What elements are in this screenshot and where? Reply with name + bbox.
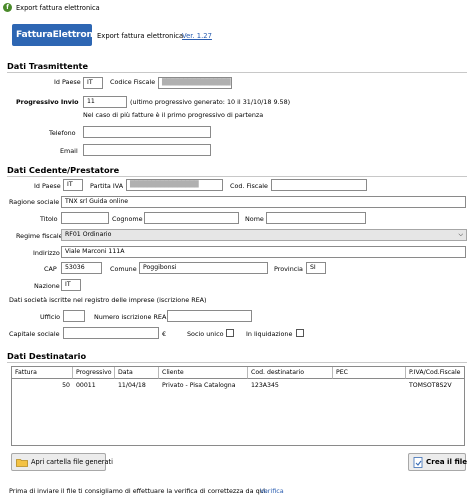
cognome-label: Cognome <box>112 215 143 223</box>
section-trasmittente: Dati Trasmittente <box>7 61 89 71</box>
column-header-progressivo[interactable]: Progressivo <box>73 367 115 379</box>
telefono-label: Telefono <box>49 129 76 137</box>
ragione-sociale-label: Ragione sociale <box>9 198 60 206</box>
progressivo-field[interactable]: 11 <box>83 96 127 108</box>
cap-label: CAP <box>44 265 57 273</box>
table-cell-cliente[interactable]: Privato - Pisa Catalogna <box>159 380 248 391</box>
capitale-sociale-field[interactable] <box>63 327 159 339</box>
regime-fiscale-label: Regime fiscale <box>16 232 63 240</box>
version-link[interactable]: Ver. 1.27 <box>182 32 212 40</box>
divider <box>7 72 467 73</box>
column-header-fattura[interactable]: Fattura <box>12 367 73 379</box>
create-file-button[interactable]: Crea il file <box>408 453 468 471</box>
nazione-label: Nazione <box>34 282 60 290</box>
provincia-label: Provincia <box>274 265 303 273</box>
partita-iva-field[interactable]: ████████████████ <box>126 179 223 191</box>
table-cell-progressivo[interactable]: 00011 <box>73 380 115 391</box>
chevron-down-icon: ⌵ <box>458 231 463 238</box>
cod-fiscale-field[interactable] <box>271 179 367 191</box>
titolo-field[interactable] <box>61 212 109 224</box>
column-header-cod-destinatario[interactable]: Cod. destinatario <box>248 367 333 379</box>
cod-fiscale-label: Cod. Fiscale <box>230 182 268 190</box>
title-bar: f Export fattura elettronica <box>0 0 474 16</box>
id-paese-label: Id Paese <box>54 78 81 86</box>
cognome-field[interactable] <box>144 212 239 224</box>
regime-fiscale-select[interactable]: RF01 Ordinario ⌵ <box>61 229 467 241</box>
create-file-label: Crea il file <box>426 457 468 466</box>
column-header-data[interactable]: Data <box>115 367 159 379</box>
section-cedente: Dati Cedente/Prestatore <box>7 165 120 175</box>
comune-label: Comune <box>110 265 137 273</box>
table-cell-cod-destinatario[interactable]: 123A345 <box>248 380 333 391</box>
numero-rea-label: Numero iscrizione REA <box>94 313 167 321</box>
ufficio-field[interactable] <box>63 310 85 322</box>
comune-field[interactable]: Poggibonsi <box>139 262 268 274</box>
column-header-pec[interactable]: PEC <box>333 367 406 379</box>
divider <box>7 176 467 177</box>
email-field[interactable] <box>83 144 211 156</box>
liquidazione-label: In liquidazione <box>246 330 293 338</box>
folder-icon <box>16 459 28 467</box>
cap-field[interactable]: 53036 <box>61 262 102 274</box>
telefono-field[interactable] <box>83 126 211 138</box>
open-folder-label: Apri cartella file generati <box>31 458 113 466</box>
table-cell-data[interactable]: 11/04/18 <box>115 380 159 391</box>
logo-text: FatturaElettronica <box>16 29 108 40</box>
ufficio-label: Ufficio <box>40 313 61 321</box>
verification-note: Prima di inviare il file ti consigliamo … <box>9 487 268 495</box>
column-header-cliente[interactable]: Cliente <box>159 367 248 379</box>
table-cell-piva[interactable]: TOMSOT8S2V <box>406 380 464 391</box>
file-create-icon <box>413 457 423 468</box>
regime-fiscale-value: RF01 Ordinario <box>65 231 112 238</box>
rea-note: Dati società iscritte nel registro delle… <box>9 296 207 304</box>
window-title: Export fattura elettronica <box>16 4 100 12</box>
provincia-field[interactable]: SI <box>306 262 326 274</box>
codice-fiscale-label: Codice Fiscale <box>110 78 156 86</box>
email-label: Email <box>60 147 78 155</box>
fattura-elettronica-logo: FatturaElettronica <box>12 24 107 46</box>
open-folder-button[interactable]: Apri cartella file generati <box>11 453 113 471</box>
ragione-sociale-field[interactable]: TNX srl Guida online <box>61 196 466 208</box>
divider <box>7 362 467 363</box>
nome-label: Nome <box>245 215 264 223</box>
header-title: Export fattura elettronica <box>97 32 184 40</box>
progressivo-label: Progressivo Invio <box>16 98 79 106</box>
trasmittente-id-paese-field[interactable]: IT <box>83 77 103 89</box>
indirizzo-field[interactable]: Viale Marconi 111A <box>61 246 466 258</box>
destinatari-table[interactable]: Fattura Progressivo Data Cliente Cod. de… <box>11 366 465 446</box>
socio-unico-checkbox[interactable] <box>226 329 234 337</box>
multi-invoice-note: Nel caso di più fatture è il primo progr… <box>83 111 264 119</box>
indirizzo-label: Indirizzo <box>33 249 60 257</box>
table-cell-fattura[interactable]: 50 <box>12 380 73 391</box>
app-icon: f <box>3 3 12 12</box>
partita-iva-label: Partita IVA <box>90 182 124 190</box>
capitale-sociale-label: Capitale sociale <box>9 330 60 338</box>
euro-symbol: € <box>162 330 167 338</box>
socio-unico-label: Socio unico <box>187 330 224 338</box>
nazione-field[interactable]: IT <box>61 279 81 291</box>
verifica-link[interactable]: Verifica <box>260 487 284 495</box>
cedente-id-paese-label: Id Paese <box>34 182 61 190</box>
section-destinatario: Dati Destinatario <box>7 351 87 361</box>
table-cell-pec[interactable] <box>333 380 406 391</box>
nome-field[interactable] <box>266 212 366 224</box>
trasmittente-codice-fiscale-field[interactable]: ████████████████ <box>158 77 232 89</box>
cedente-id-paese-field[interactable]: IT <box>63 179 83 191</box>
progressivo-note: (ultimo progressivo generato: 10 il 31/1… <box>130 98 291 106</box>
liquidazione-checkbox[interactable] <box>296 329 304 337</box>
column-header-piva[interactable]: P.IVA/Cod.Fiscale <box>406 367 464 379</box>
titolo-label: Titolo <box>40 215 58 223</box>
numero-rea-field[interactable] <box>167 310 252 322</box>
